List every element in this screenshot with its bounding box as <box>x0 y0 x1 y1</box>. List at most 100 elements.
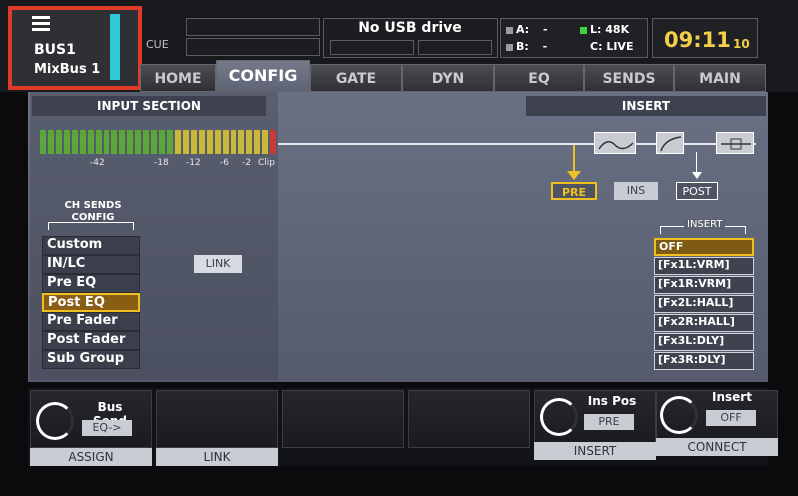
insert-value: OFF <box>706 410 756 426</box>
meter-segment <box>119 130 126 154</box>
ch-sends-option[interactable]: IN/LC <box>42 255 140 274</box>
post-arrow-line <box>696 152 697 174</box>
fader-icon <box>716 132 754 154</box>
meter-segment <box>87 130 94 154</box>
bus-send-value: EQ-> <box>82 420 132 436</box>
insert-pos-ins[interactable]: INS <box>614 182 658 200</box>
cue-label: CUE <box>146 38 169 51</box>
meter-segment <box>246 130 253 154</box>
assign-button[interactable]: ASSIGN <box>30 448 152 466</box>
tab-config[interactable]: CONFIG <box>216 60 310 92</box>
meter-segment <box>190 130 197 154</box>
bus-send-knob-icon[interactable] <box>36 402 74 440</box>
insert-option[interactable]: [Fx3R:DLY] <box>654 352 754 370</box>
insert-option[interactable]: [Fx2L:HALL] <box>654 295 754 313</box>
insert-pos-pre[interactable]: PRE <box>551 182 597 200</box>
clock-time: 09:11 <box>664 28 731 52</box>
meter-segment <box>262 130 269 154</box>
status-l-square-icon <box>580 26 587 34</box>
menu-icon[interactable] <box>32 16 54 38</box>
meter-segment <box>143 130 150 154</box>
encoder-empty-4[interactable] <box>408 390 530 448</box>
status-l: L: 48K <box>580 23 629 36</box>
ch-sends-option[interactable]: Custom <box>42 236 140 255</box>
ins-pos-value: PRE <box>584 414 634 430</box>
ch-sends-option[interactable]: Post Fader <box>42 331 140 350</box>
insert-title: Insert <box>712 390 752 404</box>
insert-knob-icon[interactable] <box>660 396 698 434</box>
ins-pos-title: Ins Pos <box>587 394 637 408</box>
tab-dyn[interactable]: DYN <box>402 64 494 92</box>
meter-segment <box>198 130 205 154</box>
insert-option[interactable]: [Fx1L:VRM] <box>654 257 754 275</box>
insert-option[interactable]: [Fx1R:VRM] <box>654 276 754 294</box>
status-b: B: - <box>506 40 547 53</box>
status-b-square-icon <box>506 43 513 51</box>
meter-segment <box>135 130 142 154</box>
status-a: A: - <box>506 23 548 36</box>
meter-segment <box>40 130 46 154</box>
tab-home[interactable]: HOME <box>140 64 216 92</box>
bus-color-strip <box>110 14 120 80</box>
meter-segment <box>127 130 134 154</box>
meter-scale-12: -12 <box>186 158 201 168</box>
meter-segment <box>182 130 189 154</box>
insert-section-title: INSERT <box>526 96 766 116</box>
meter-segment <box>47 130 54 154</box>
input-meter <box>40 130 277 154</box>
ins-pos-knob-icon[interactable] <box>540 398 578 436</box>
pre-arrow-line <box>573 145 575 173</box>
meter-segment <box>214 130 221 154</box>
ch-sends-option[interactable]: Post EQ <box>42 293 140 312</box>
meter-segment <box>95 130 102 154</box>
meter-scale-2: -2 <box>242 158 251 168</box>
ch-sends-list: Custom IN/LC Pre EQ Post EQ Pre Fader Post Fa… <box>42 236 140 369</box>
tab-main[interactable]: MAIN <box>674 64 766 92</box>
meter-segment <box>71 130 78 154</box>
meter-segment <box>174 130 181 154</box>
encoder-empty-3[interactable] <box>282 390 404 448</box>
meter-segment <box>254 130 261 154</box>
insert-option[interactable]: [Fx2R:HALL] <box>654 314 754 332</box>
meter-segment <box>167 130 173 154</box>
ch-sends-config-label: CH SENDS CONFIG <box>64 200 122 223</box>
input-section-title: INPUT SECTION <box>32 96 266 116</box>
meter-scale-18: -18 <box>154 158 169 168</box>
usb-status-text: No USB drive <box>358 20 462 36</box>
meter-segment <box>55 130 62 154</box>
meter-scale-42: -42 <box>90 158 105 168</box>
meter-segment <box>63 130 70 154</box>
tab-sends[interactable]: SENDS <box>584 64 674 92</box>
link-button[interactable]: LINK <box>194 255 242 273</box>
ch-sends-bracket <box>48 222 134 230</box>
tab-gate[interactable]: GATE <box>310 64 402 92</box>
ch-sends-option[interactable]: Pre Fader <box>42 312 140 331</box>
status-c: C: LIVE <box>590 40 634 53</box>
eq-curve-icon <box>594 132 636 154</box>
meter-scale-clip: Clip <box>258 158 275 168</box>
name-slot-top <box>186 18 320 36</box>
meter-segment <box>270 130 277 154</box>
insert-pos-post[interactable]: POST <box>676 182 718 200</box>
insert-option[interactable]: [Fx3L:DLY] <box>654 333 754 351</box>
meter-segment <box>159 130 165 154</box>
encoder-empty-2[interactable] <box>156 390 278 448</box>
meter-segment <box>103 130 110 154</box>
meter-segment <box>230 130 237 154</box>
pre-arrow-down-icon <box>567 171 581 180</box>
ch-sends-option[interactable]: Sub Group <box>42 350 140 369</box>
meter-segment <box>79 130 86 154</box>
post-arrow-down-icon <box>692 172 702 179</box>
name-slot-bottom <box>186 38 320 56</box>
usb-slot-left <box>330 40 414 55</box>
meter-segment <box>151 130 158 154</box>
channel-name: BUS1 <box>34 42 76 58</box>
meter-segment <box>222 130 229 154</box>
tab-eq[interactable]: EQ <box>494 64 584 92</box>
insert-footer-button[interactable]: INSERT <box>534 442 656 460</box>
ch-sends-option[interactable]: Pre EQ <box>42 274 140 293</box>
link-footer-button[interactable]: LINK <box>156 448 278 466</box>
connect-footer-button[interactable]: CONNECT <box>656 438 778 456</box>
insert-list-label: INSERT <box>684 219 726 230</box>
insert-option[interactable]: OFF <box>654 238 754 256</box>
